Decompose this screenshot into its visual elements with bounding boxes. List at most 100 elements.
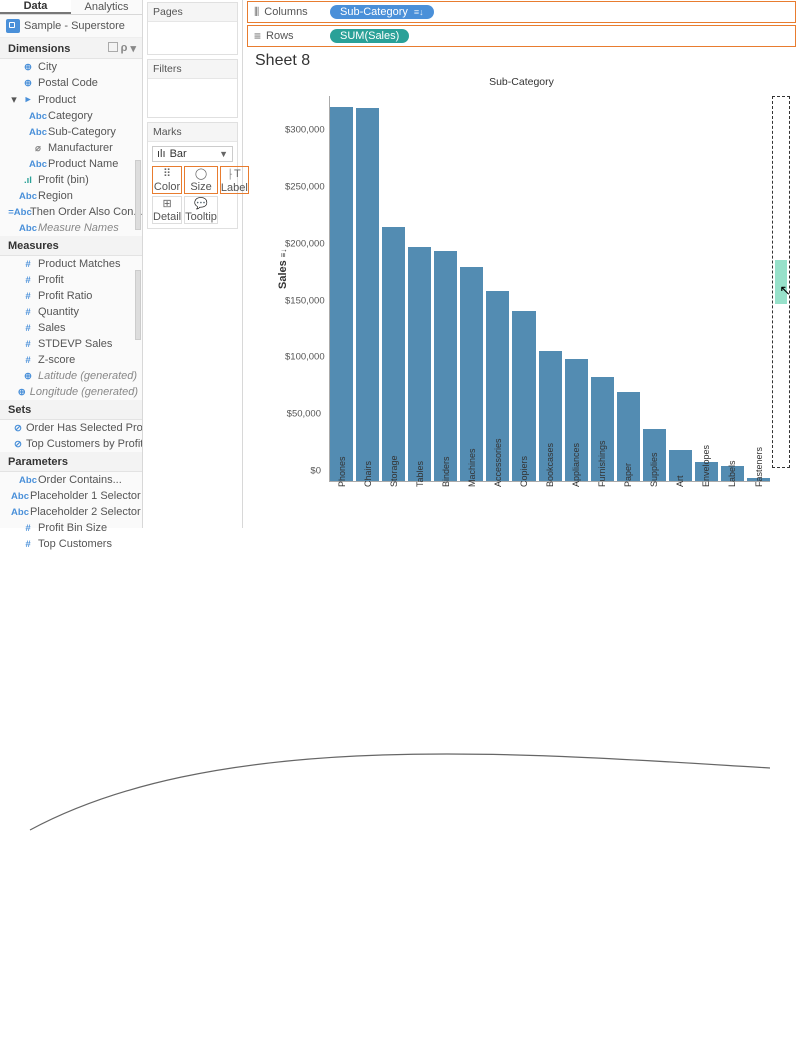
field-placeholder-2-selector[interactable]: AbcPlaceholder 2 Selector [0, 504, 142, 520]
bars-area[interactable]: PhonesChairsStorageTablesBindersMachines… [329, 96, 770, 482]
field-product-matches[interactable]: #Product Matches [0, 256, 142, 272]
field-profit[interactable]: #Profit [0, 272, 142, 288]
field-longitude-generated-[interactable]: ⊕Longitude (generated) [0, 384, 142, 400]
expand-caret-icon[interactable]: ▾ [10, 93, 18, 106]
bar-art[interactable]: Art [669, 450, 692, 481]
field-z-score[interactable]: #Z-score [0, 352, 142, 368]
bar-chairs[interactable]: Chairs [356, 108, 379, 481]
marks-type-label: Bar [170, 148, 187, 160]
field-label: Category [48, 110, 93, 122]
columns-pill[interactable]: Sub-Category≡↓ [330, 5, 434, 19]
rows-shelf[interactable]: ≡Rows SUM(Sales) [247, 25, 796, 47]
scrollbar-thumb[interactable] [135, 270, 141, 340]
bar-copiers[interactable]: Copiers [512, 311, 535, 481]
field-category[interactable]: AbcCategory [0, 108, 142, 124]
x-tick-label: Accessories [493, 438, 503, 487]
field-label: Quantity [38, 306, 79, 318]
field-latitude-generated-[interactable]: ⊕Latitude (generated) [0, 368, 142, 384]
bar-furnishings[interactable]: Furnishings [591, 377, 614, 481]
mark-label: Tooltip [185, 211, 217, 223]
field-postal-code[interactable]: ⊕Postal Code [0, 75, 142, 91]
field-type-icon: ⊕ [18, 387, 26, 398]
field-quantity[interactable]: #Quantity [0, 304, 142, 320]
field-label: Profit Ratio [38, 290, 92, 302]
x-tick-label: Copiers [519, 456, 529, 487]
field-label: City [38, 61, 57, 73]
mark-size[interactable]: ◯Size [184, 166, 218, 194]
y-tick: $250,000 [285, 182, 321, 193]
field-placeholder-1-selector[interactable]: AbcPlaceholder 1 Selector [0, 488, 142, 504]
bar-binders[interactable]: Binders [434, 251, 457, 481]
field-order-contains-[interactable]: AbcOrder Contains... [0, 472, 142, 488]
marks-type-dropdown[interactable]: ılıBar ▼ [152, 146, 233, 162]
field-then-order-also-con-[interactable]: =AbcThen Order Also Con... [0, 204, 142, 220]
field-order-has-selected-pro-[interactable]: ⊘Order Has Selected Pro... [0, 420, 142, 436]
tab-data[interactable]: Data [0, 0, 71, 14]
field-type-icon: ⊘ [14, 439, 22, 450]
mark-color[interactable]: ⠿Color [152, 166, 182, 194]
field-stdevp-sales[interactable]: #STDEVP Sales [0, 336, 142, 352]
mark-tooltip[interactable]: 💬Tooltip [184, 196, 218, 224]
dimensions-list: ⊕City⊕Postal Code▾▸ProductAbcCategoryAbc… [0, 59, 142, 236]
bar-machines[interactable]: Machines [460, 267, 483, 481]
mark-label: Color [154, 181, 180, 193]
field-measure-names[interactable]: AbcMeasure Names [0, 220, 142, 236]
color-icon: ⠿ [163, 167, 171, 180]
bar-bookcases[interactable]: Bookcases [539, 351, 562, 481]
bar-paper[interactable]: Paper [617, 392, 640, 481]
drop-zone[interactable]: ↖ [772, 96, 790, 468]
y-tick: $150,000 [285, 295, 321, 306]
y-tick: $300,000 [285, 125, 321, 136]
scrollbar-thumb[interactable] [135, 160, 141, 230]
field-region[interactable]: AbcRegion [0, 188, 142, 204]
section-label: Parameters [8, 456, 68, 468]
field-type-icon: Abc [22, 475, 34, 486]
bar-envelopes[interactable]: Envelopes [695, 462, 718, 481]
filters-drop[interactable] [148, 79, 237, 117]
bar-accessories[interactable]: Accessories [486, 291, 509, 481]
rows-pill[interactable]: SUM(Sales) [330, 29, 409, 43]
bar-fasteners[interactable]: Fasteners [747, 478, 770, 481]
field-city[interactable]: ⊕City [0, 59, 142, 75]
detail-icon: ⊞ [162, 197, 171, 210]
sheet-title[interactable]: Sheet 8 [243, 48, 800, 72]
field-product-name[interactable]: AbcProduct Name [0, 156, 142, 172]
field-top-customers-by-profit[interactable]: ⊘Top Customers by Profit [0, 436, 142, 452]
field-profit-bin-[interactable]: .ılProfit (bin) [0, 172, 142, 188]
parameters-list: AbcOrder Contains...AbcPlaceholder 1 Sel… [0, 472, 142, 552]
field-product[interactable]: ▾▸Product [0, 91, 142, 108]
field-profit-ratio[interactable]: #Profit Ratio [0, 288, 142, 304]
card-head: Marks [148, 123, 237, 142]
field-sales[interactable]: #Sales [0, 320, 142, 336]
field-label: Profit (bin) [38, 174, 89, 186]
pages-drop[interactable] [148, 22, 237, 54]
pill-label: Sub-Category [340, 6, 408, 18]
bar-labels[interactable]: Labels [721, 466, 744, 481]
y-tick: $50,000 [285, 409, 321, 420]
menu-icon[interactable]: ▾ [130, 42, 136, 55]
field-label: Placeholder 1 Selector [30, 490, 141, 502]
datasource-row[interactable]: Sample - Superstore [0, 15, 142, 38]
mark-detail[interactable]: ⊞Detail [152, 196, 182, 224]
field-top-customers[interactable]: #Top Customers [0, 536, 142, 552]
bar-tables[interactable]: Tables [408, 247, 431, 481]
tab-analytics[interactable]: Analytics [71, 0, 142, 14]
view-icon[interactable] [108, 42, 118, 52]
search-icon[interactable]: ρ [121, 42, 128, 55]
field-type-icon: ⊘ [14, 423, 22, 434]
columns-shelf[interactable]: ⦀Columns Sub-Category≡↓ [247, 1, 796, 23]
bar-storage[interactable]: Storage [382, 227, 405, 481]
field-sub-category[interactable]: AbcSub-Category [0, 124, 142, 140]
bar-appliances[interactable]: Appliances [565, 359, 588, 481]
card-head: Filters [148, 60, 237, 79]
bar-phones[interactable]: Phones [330, 107, 353, 481]
bar-supplies[interactable]: Supplies [643, 429, 666, 481]
field-profit-bin-size[interactable]: #Profit Bin Size [0, 520, 142, 536]
datasource-icon [6, 19, 20, 33]
field-manufacturer[interactable]: ⌀Manufacturer [0, 140, 142, 156]
x-tick-label: Chairs [363, 461, 373, 487]
rows-icon: ≡ [254, 29, 261, 43]
field-label: Product Matches [38, 258, 121, 270]
field-label: Top Customers [38, 538, 112, 550]
chart[interactable]: Sales ≡↓ $0$50,000$100,000$150,000$200,0… [289, 96, 770, 482]
